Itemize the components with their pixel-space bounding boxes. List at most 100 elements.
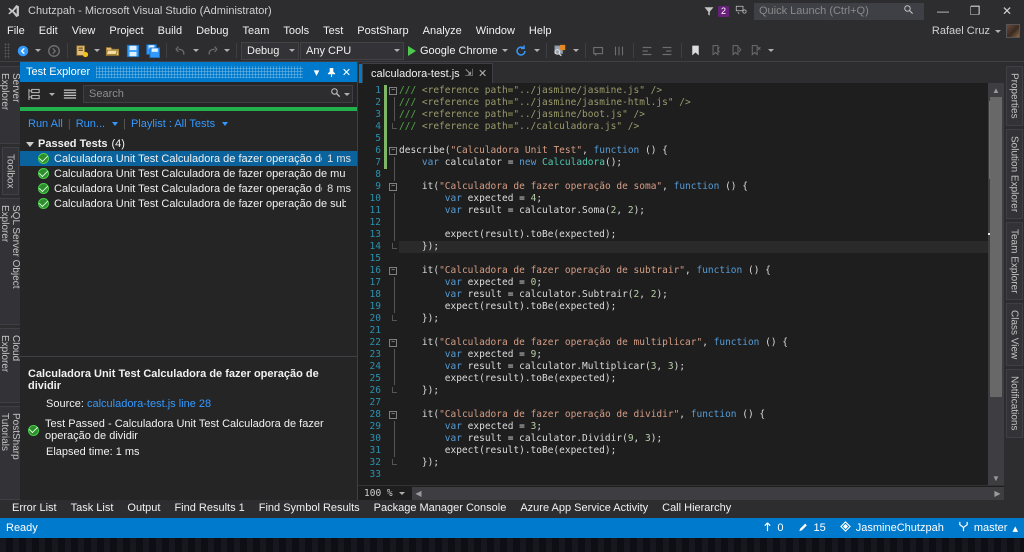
playlist-link[interactable]: Playlist : All Tests <box>131 118 215 130</box>
outlining-marker[interactable]: − <box>387 145 399 157</box>
test-search-input[interactable] <box>89 88 330 100</box>
code-line[interactable]: it("Calculadora de fazer operação de som… <box>399 181 988 193</box>
code-line[interactable]: expect(result).toBe(expected); <box>399 301 988 313</box>
sidebar-item-toolbox[interactable]: Toolbox <box>1 146 19 196</box>
navigate-backward-dropdown-icon[interactable] <box>33 41 43 60</box>
test-list-item[interactable]: Calculadora Unit Test Calculadora de faz… <box>20 181 357 196</box>
group-by-dropdown-icon[interactable] <box>47 85 57 104</box>
test-list-item[interactable]: Calculadora Unit Test Calculadora de faz… <box>20 166 357 181</box>
code-line[interactable]: it("Calculadora de fazer operação de sub… <box>399 265 988 277</box>
zoom-level-combo[interactable]: 100 % <box>360 487 408 500</box>
collapse-icon[interactable]: − <box>389 339 397 347</box>
code-line[interactable]: var expected = 9; <box>399 349 988 361</box>
scroll-right-icon[interactable]: ▶ <box>991 489 1004 498</box>
code-line[interactable]: var expected = 4; <box>399 193 988 205</box>
toolbar-grip[interactable] <box>4 42 10 59</box>
code-line[interactable]: var calculator = new Calculadora(); <box>399 157 988 169</box>
run-all-link[interactable]: Run All <box>28 118 63 130</box>
menu-analyze[interactable]: Analyze <box>416 22 469 40</box>
sidebar-item-solution-explorer[interactable]: Solution Explorer <box>1005 128 1023 219</box>
pin-icon[interactable]: ⇲ <box>465 68 473 79</box>
undo-dropdown-icon[interactable] <box>191 41 201 60</box>
search-dropdown-icon[interactable] <box>344 92 350 96</box>
code-line[interactable]: }); <box>399 457 988 469</box>
sidebar-item-notifications[interactable]: Notifications <box>1005 369 1023 438</box>
menu-postsharp[interactable]: PostSharp <box>350 22 415 40</box>
notifications-icon[interactable]: 2 <box>703 5 729 17</box>
code-line[interactable]: }); <box>399 241 988 253</box>
feedback-icon[interactable] <box>735 4 748 19</box>
find-dropdown-icon[interactable] <box>571 41 581 60</box>
outdent-icon[interactable] <box>638 41 657 60</box>
undo-icon[interactable] <box>171 41 190 60</box>
test-list-item[interactable]: Calculadora Unit Test Calculadora de faz… <box>20 196 357 211</box>
uncomment-icon[interactable] <box>610 41 629 60</box>
pin-icon[interactable] <box>324 64 339 80</box>
unpublished-changes-item[interactable]: 0 <box>763 521 784 535</box>
refresh-icon[interactable] <box>512 41 531 60</box>
navigate-forward-icon[interactable] <box>44 41 63 60</box>
menu-edit[interactable]: Edit <box>32 22 65 40</box>
code-line[interactable]: it("Calculadora de fazer operação de div… <box>399 409 988 421</box>
code-line[interactable]: /// <reference path="../calculadora.js" … <box>399 121 988 133</box>
code-line[interactable]: var result = calculator.Dividir(9, 3); <box>399 433 988 445</box>
code-line[interactable]: var expected = 0; <box>399 277 988 289</box>
test-search-box[interactable] <box>83 85 353 103</box>
sidebar-item-properties[interactable]: Properties <box>1005 66 1023 126</box>
chevron-down-icon[interactable] <box>222 121 229 126</box>
menu-debug[interactable]: Debug <box>189 22 235 40</box>
outlining-marker[interactable]: − <box>387 181 399 193</box>
panel-menu-icon[interactable]: ▾ <box>309 64 324 80</box>
menu-build[interactable]: Build <box>151 22 189 40</box>
editor-horizontal-scrollbar[interactable]: ◀ ▶ <box>412 486 1004 500</box>
refresh-dropdown-icon[interactable] <box>532 41 542 60</box>
chevron-down-icon[interactable] <box>112 121 119 126</box>
menu-tools[interactable]: Tools <box>276 22 316 40</box>
code-line[interactable]: expect(result).toBe(expected); <box>399 229 988 241</box>
menu-project[interactable]: Project <box>102 22 150 40</box>
comment-icon[interactable] <box>590 41 609 60</box>
code-text[interactable]: /// <reference path="../jasmine/jasmine.… <box>399 83 988 485</box>
code-line[interactable]: it("Calculadora de fazer operação de mul… <box>399 337 988 349</box>
code-line[interactable] <box>399 217 988 229</box>
source-link[interactable]: calculadora-test.js line 28 <box>87 398 211 410</box>
code-line[interactable]: expect(result).toBe(expected); <box>399 445 988 457</box>
solution-platform-combo[interactable]: Any CPU <box>300 41 404 60</box>
code-line[interactable] <box>399 169 988 181</box>
code-line[interactable]: var result = calculator.Soma(2, 2); <box>399 205 988 217</box>
collapse-icon[interactable]: − <box>389 267 397 275</box>
outlining-marker[interactable]: − <box>387 409 399 421</box>
tab-task-list[interactable]: Task List <box>65 500 120 518</box>
sidebar-item-team-explorer[interactable]: Team Explorer <box>1005 221 1023 301</box>
next-bookmark-icon[interactable] <box>726 41 745 60</box>
collapse-icon[interactable]: − <box>389 147 397 155</box>
code-line[interactable] <box>399 469 988 481</box>
new-project-icon[interactable] <box>72 41 91 60</box>
list-view-icon[interactable] <box>60 84 80 104</box>
collapse-icon[interactable]: − <box>389 87 397 95</box>
code-line[interactable]: var expected = 3; <box>399 421 988 433</box>
find-in-files-icon[interactable] <box>551 41 570 60</box>
menu-file[interactable]: File <box>0 22 32 40</box>
start-debug-button[interactable]: Google Chrome <box>405 45 511 57</box>
panel-drag-handle[interactable] <box>96 66 303 78</box>
tab-call-hierarchy[interactable]: Call Hierarchy <box>656 500 737 518</box>
code-line[interactable]: }); <box>399 313 988 325</box>
sidebar-item-class-view[interactable]: Class View <box>1005 303 1023 367</box>
close-icon[interactable]: ✕ <box>339 64 354 80</box>
close-button[interactable]: ✕ <box>994 1 1020 21</box>
new-project-dropdown-icon[interactable] <box>92 41 102 60</box>
code-line[interactable] <box>399 133 988 145</box>
redo-dropdown-icon[interactable] <box>222 41 232 60</box>
user-account-area[interactable]: Rafael Cruz <box>932 22 1020 40</box>
pending-changes-item[interactable]: 15 <box>798 522 826 535</box>
branch-item[interactable]: master ▴ <box>958 521 1018 535</box>
menu-help[interactable]: Help <box>522 22 559 40</box>
outlining-marker[interactable]: − <box>387 85 399 97</box>
bookmark-icon[interactable] <box>686 41 705 60</box>
navigate-backward-icon[interactable] <box>13 41 32 60</box>
menu-team[interactable]: Team <box>236 22 277 40</box>
run-menu-link[interactable]: Run... <box>76 118 105 130</box>
save-all-icon[interactable] <box>143 41 162 60</box>
scrollbar-thumb[interactable] <box>990 97 1002 397</box>
